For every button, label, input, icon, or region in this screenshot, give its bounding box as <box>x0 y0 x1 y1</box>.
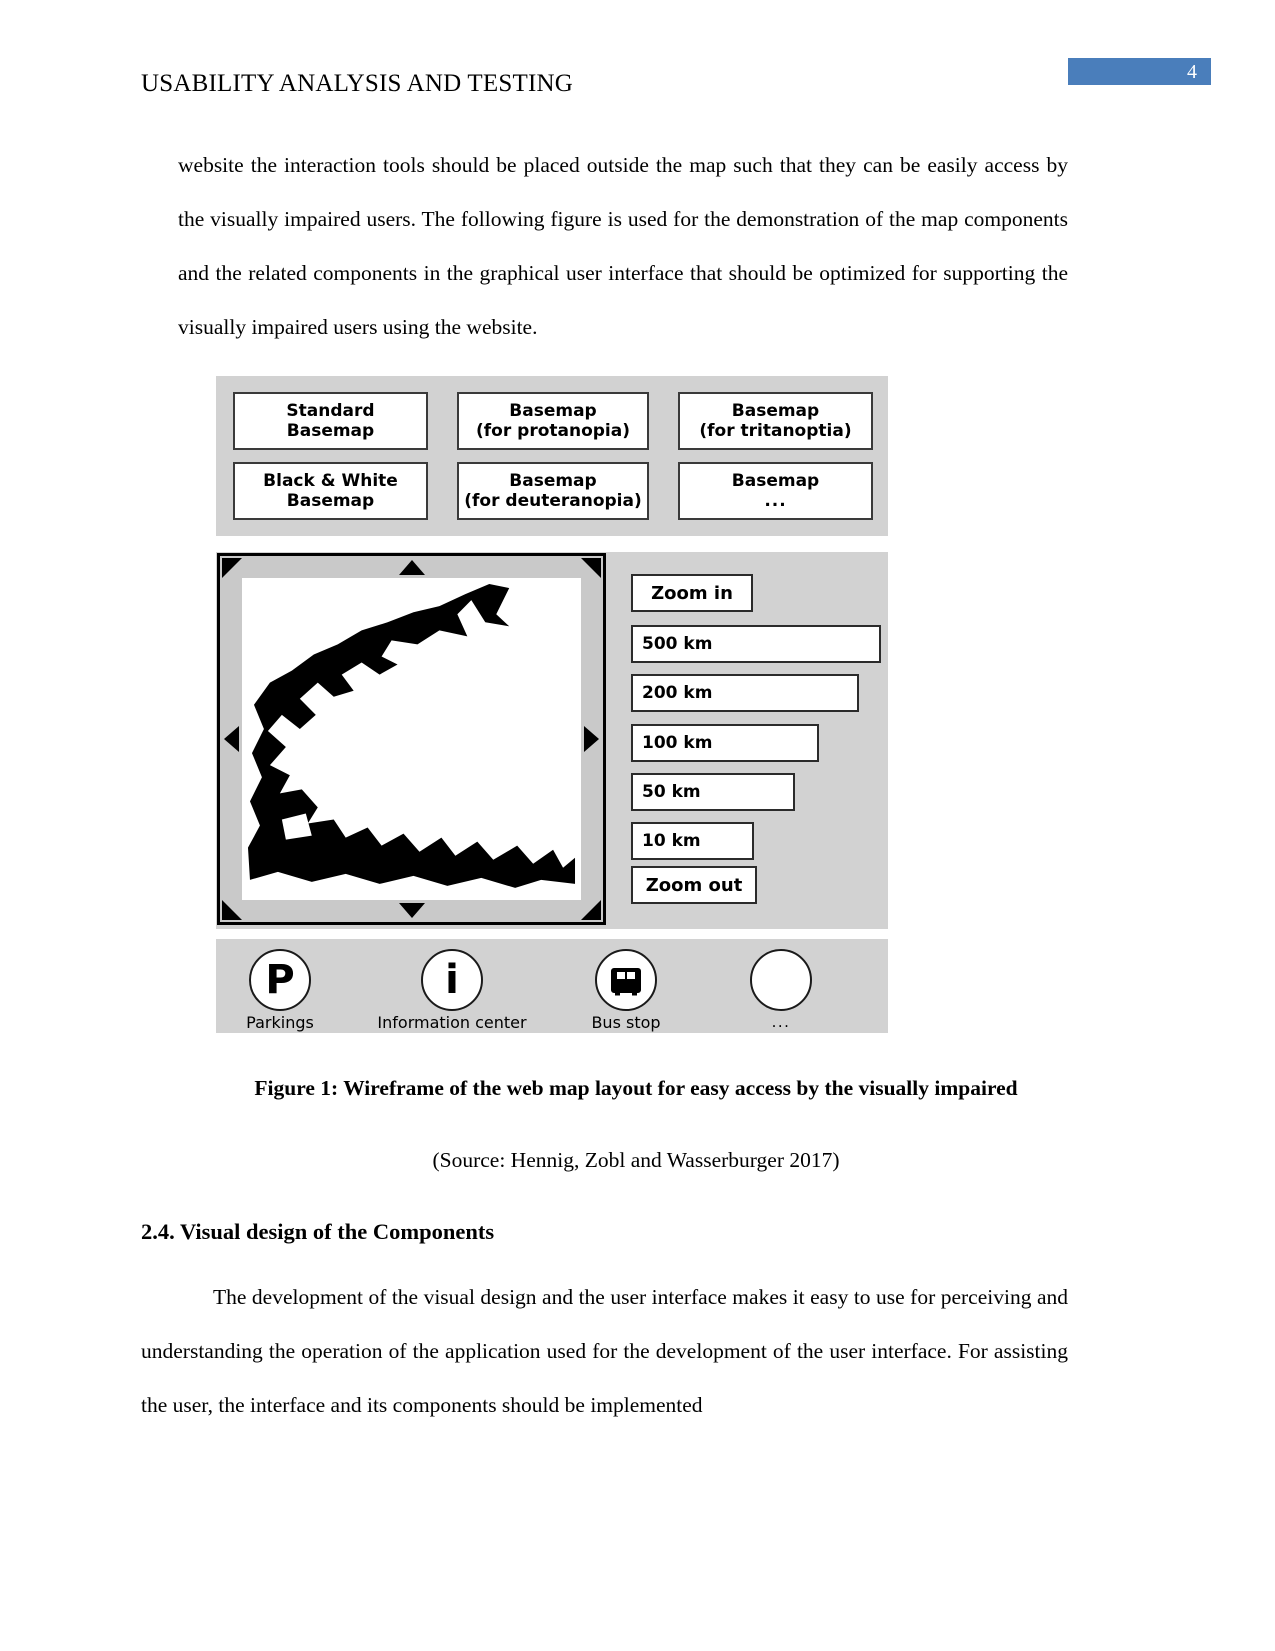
bus-glyph-icon <box>611 968 641 996</box>
figure-caption: Figure 1: Wireframe of the web map layou… <box>254 1076 1018 1100</box>
basemap-button-protanopia[interactable]: Basemap (for protanopia) <box>457 392 649 450</box>
scale-button-10km[interactable]: 10 km <box>631 822 754 860</box>
figure-source: (Source: Hennig, Zobl and Wasserburger 2… <box>432 1148 840 1172</box>
parking-icon[interactable]: P <box>249 949 311 1011</box>
pan-corner-top-left-icon[interactable] <box>222 558 242 578</box>
scale-button-50km[interactable]: 50 km <box>631 773 795 811</box>
parking-glyph: P <box>265 957 295 1003</box>
poi-label-bus-stop: Bus stop <box>591 1013 661 1032</box>
paragraph-1: website the interaction tools should be … <box>178 138 1068 354</box>
poi-label-more: ... <box>771 1013 791 1031</box>
poi-item-information-center[interactable]: i Information center <box>372 949 532 1032</box>
basemap-label-line1: Standard <box>286 401 375 421</box>
pan-up-arrow-icon[interactable] <box>398 560 425 575</box>
scale-button-200km[interactable]: 200 km <box>631 674 859 712</box>
basemap-label-line2: ... <box>764 491 787 511</box>
poi-item-bus-stop[interactable]: Bus stop <box>546 949 706 1032</box>
pan-corner-bottom-left-icon[interactable] <box>222 900 242 920</box>
pan-down-arrow-icon[interactable] <box>398 903 425 918</box>
poi-item-more[interactable]: ... <box>701 949 861 1032</box>
zoom-control-panel: Zoom in 500 km 200 km 100 km 50 km 10 km… <box>619 552 888 929</box>
scale-button-100km[interactable]: 100 km <box>631 724 819 762</box>
map-viewport-frame[interactable] <box>217 553 606 925</box>
map-and-zoom-panel: Zoom in 500 km 200 km 100 km 50 km 10 km… <box>216 552 888 929</box>
document-header-title: USABILITY ANALYSIS AND TESTING <box>141 70 573 97</box>
basemap-button-grid: Standard Basemap Basemap (for protanopia… <box>233 392 873 520</box>
page-number-box: 4 <box>1068 58 1211 85</box>
poi-label-parkings: Parkings <box>246 1013 314 1032</box>
basemap-label-line1: Black & White <box>263 471 398 491</box>
poi-label-information-center: Information center <box>377 1013 527 1032</box>
basemap-label-line2: (for tritanoptia) <box>699 421 852 441</box>
poi-legend-panel: P Parkings i Information center Bus stop… <box>216 939 888 1033</box>
paragraph-2: The development of the visual design and… <box>141 1270 1068 1432</box>
map-canvas[interactable] <box>242 578 581 900</box>
page-number: 4 <box>1187 61 1197 83</box>
poi-item-parkings[interactable]: P Parkings <box>200 949 360 1032</box>
figure-wireframe: Standard Basemap Basemap (for protanopia… <box>216 376 888 1033</box>
section-heading-2-4: 2.4. Visual design of the Components <box>141 1219 495 1244</box>
basemap-label-line1: Basemap <box>731 471 820 491</box>
basemap-button-tritanoptia[interactable]: Basemap (for tritanoptia) <box>678 392 873 450</box>
information-icon[interactable]: i <box>421 949 483 1011</box>
basemap-label-line2: Basemap <box>286 491 375 511</box>
pan-right-arrow-icon[interactable] <box>584 726 599 752</box>
pan-corner-bottom-right-icon[interactable] <box>581 900 601 920</box>
information-glyph: i <box>445 957 459 1003</box>
pan-left-arrow-icon[interactable] <box>224 726 239 752</box>
basemap-label-line1: Basemap <box>731 401 820 421</box>
page-header: USABILITY ANALYSIS AND TESTING 4 <box>0 0 1275 118</box>
map-landmass-shape-icon <box>242 578 581 900</box>
paragraph-1-text: website the interaction tools should be … <box>178 153 1068 339</box>
zoom-out-button[interactable]: Zoom out <box>631 866 757 904</box>
basemap-button-deuteranopia[interactable]: Basemap (for deuteranopia) <box>457 462 649 520</box>
bus-icon[interactable] <box>595 949 657 1011</box>
basemap-button-black-and-white[interactable]: Black & White Basemap <box>233 462 428 520</box>
pan-corner-top-right-icon[interactable] <box>581 558 601 578</box>
basemap-label-line2: Basemap <box>286 421 375 441</box>
scale-button-500km[interactable]: 500 km <box>631 625 881 663</box>
basemap-button-standard[interactable]: Standard Basemap <box>233 392 428 450</box>
zoom-in-button[interactable]: Zoom in <box>631 574 753 612</box>
basemap-label-line2: (for protanopia) <box>476 421 630 441</box>
basemap-label-line1: Basemap <box>509 401 597 421</box>
basemap-label-line2: (for deuteranopia) <box>464 491 642 511</box>
basemap-label-line1: Basemap <box>509 471 597 491</box>
empty-icon[interactable] <box>750 949 812 1011</box>
paragraph-2-text: The development of the visual design and… <box>141 1285 1068 1417</box>
basemap-button-more[interactable]: Basemap ... <box>678 462 873 520</box>
basemap-selector-panel: Standard Basemap Basemap (for protanopia… <box>216 376 888 536</box>
